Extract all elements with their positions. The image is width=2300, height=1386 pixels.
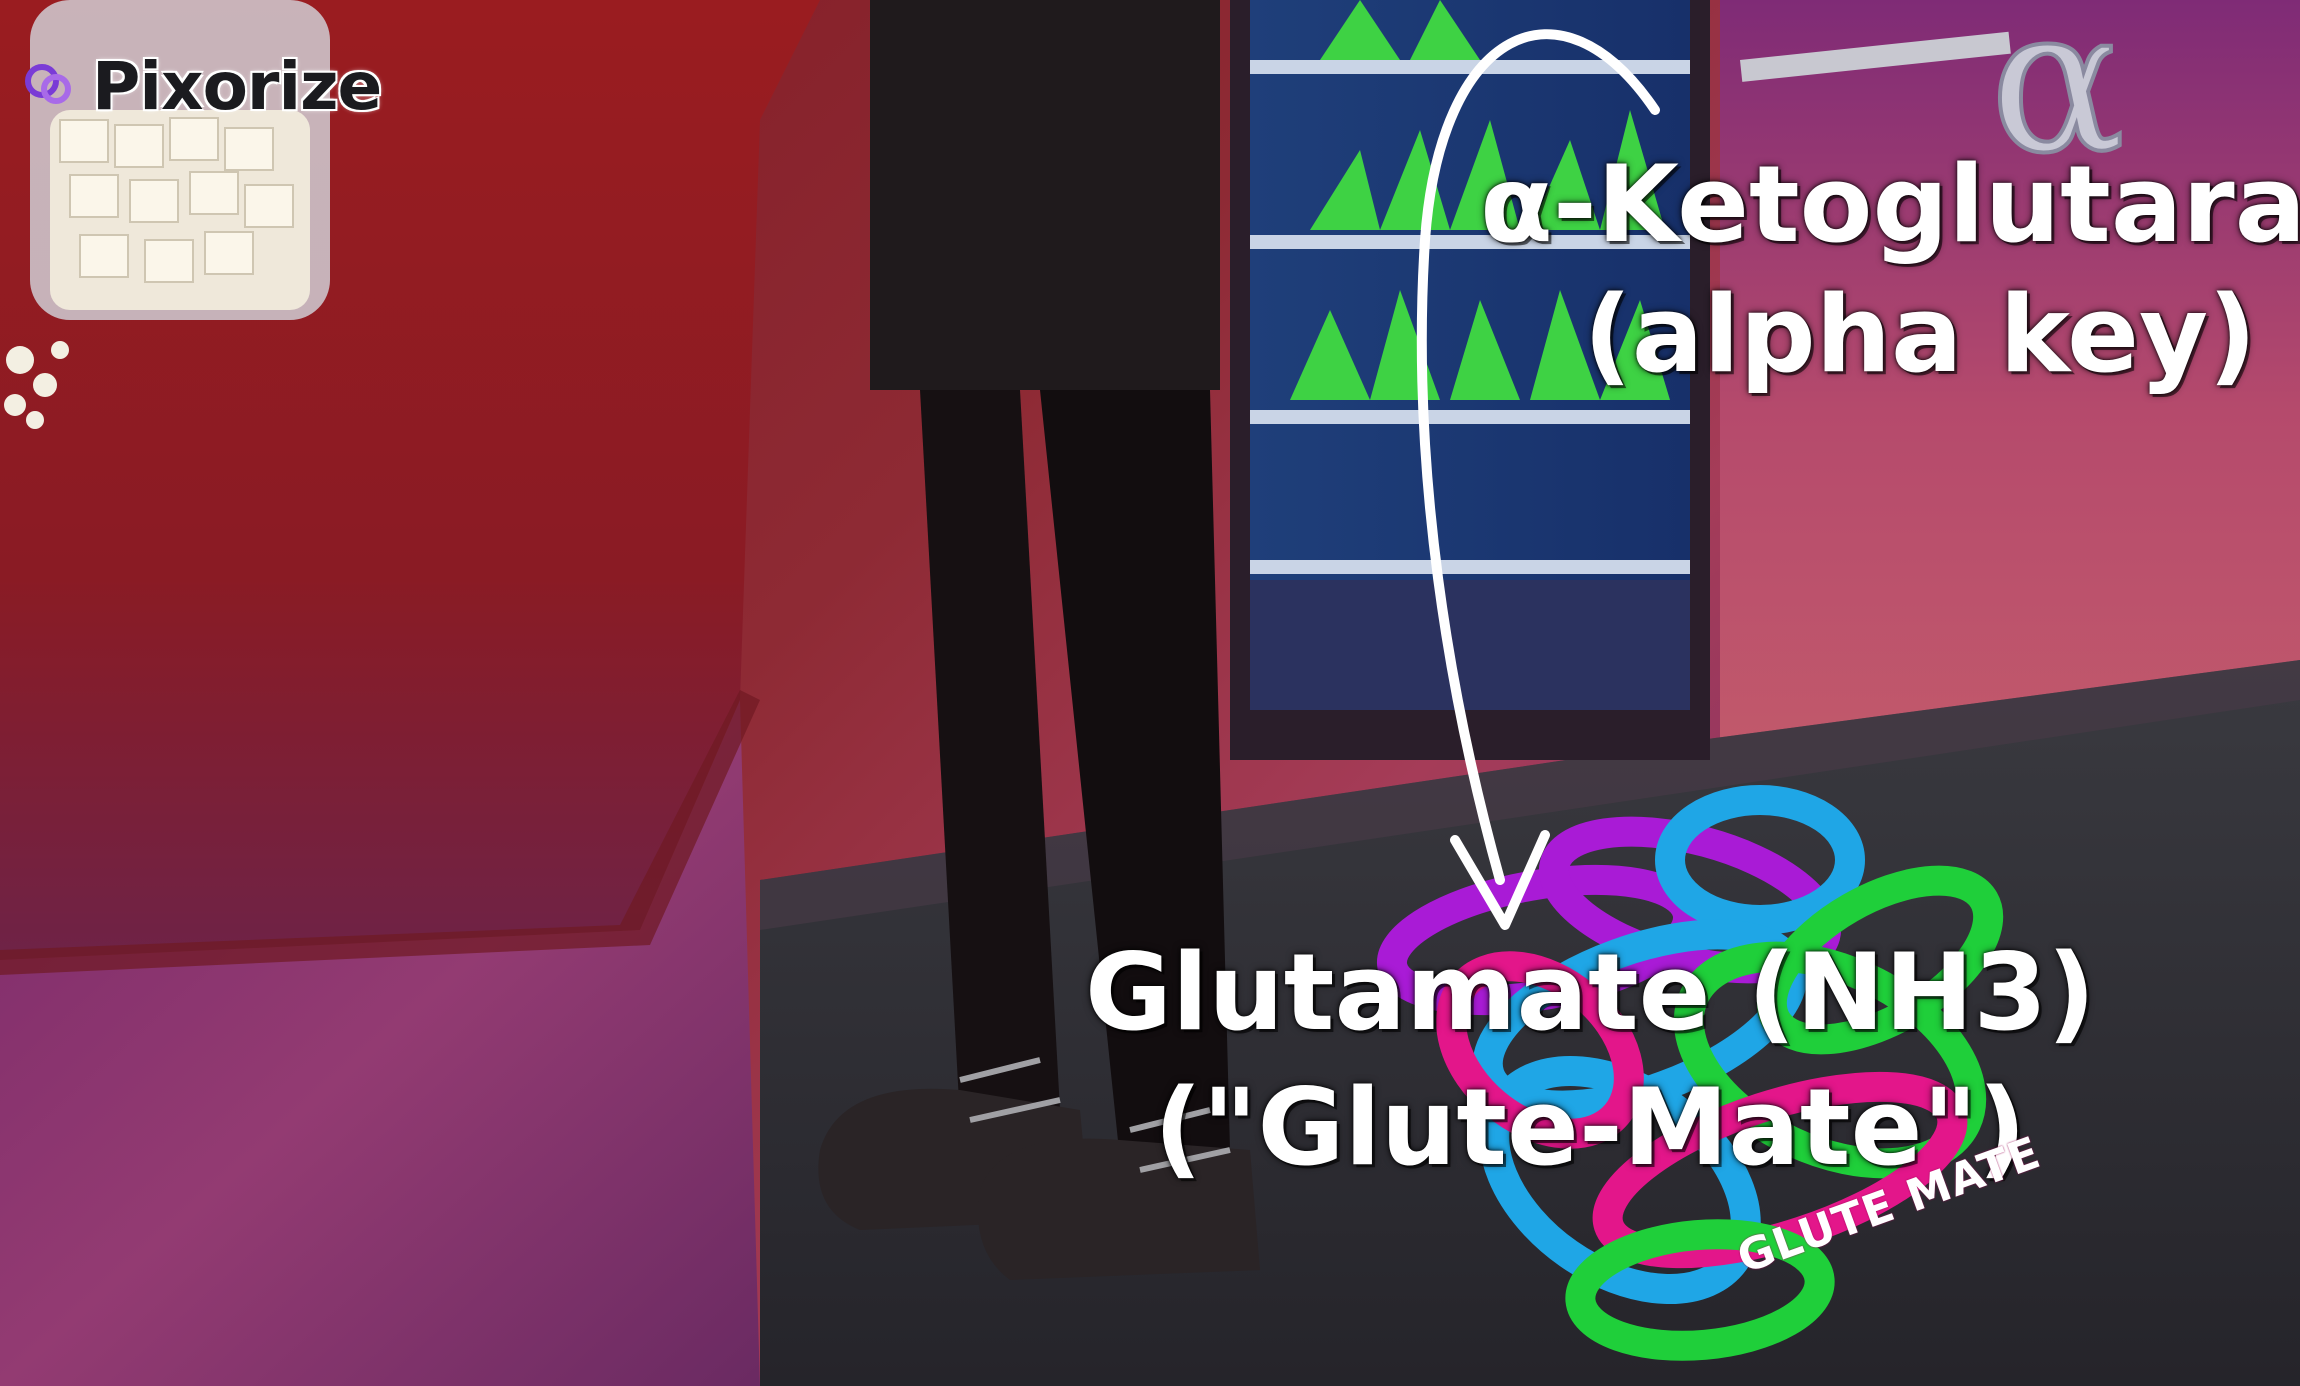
mnemonic-scene: α Pixorize α-Ketoglutara (alpha key) Glu… [0, 0, 2300, 1386]
pixorize-logo[interactable]: Pixorize [22, 48, 382, 125]
pixorize-logo-icon [25, 63, 71, 104]
alpha-ketoglutarate-name: α-Ketoglutarate [1480, 143, 2300, 266]
pixorize-wordmark: Pixorize [92, 48, 382, 125]
alpha-ketoglutarate-label: α-Ketoglutarate (alpha key) [1480, 140, 2300, 400]
alpha-ketoglutarate-mnemonic: (alpha key) [1583, 273, 2257, 396]
glutamate-name: Glutamate (NH3) [1085, 931, 2096, 1054]
glutamate-label: Glutamate (NH3) ("Glute-Mate") [1085, 925, 2096, 1195]
